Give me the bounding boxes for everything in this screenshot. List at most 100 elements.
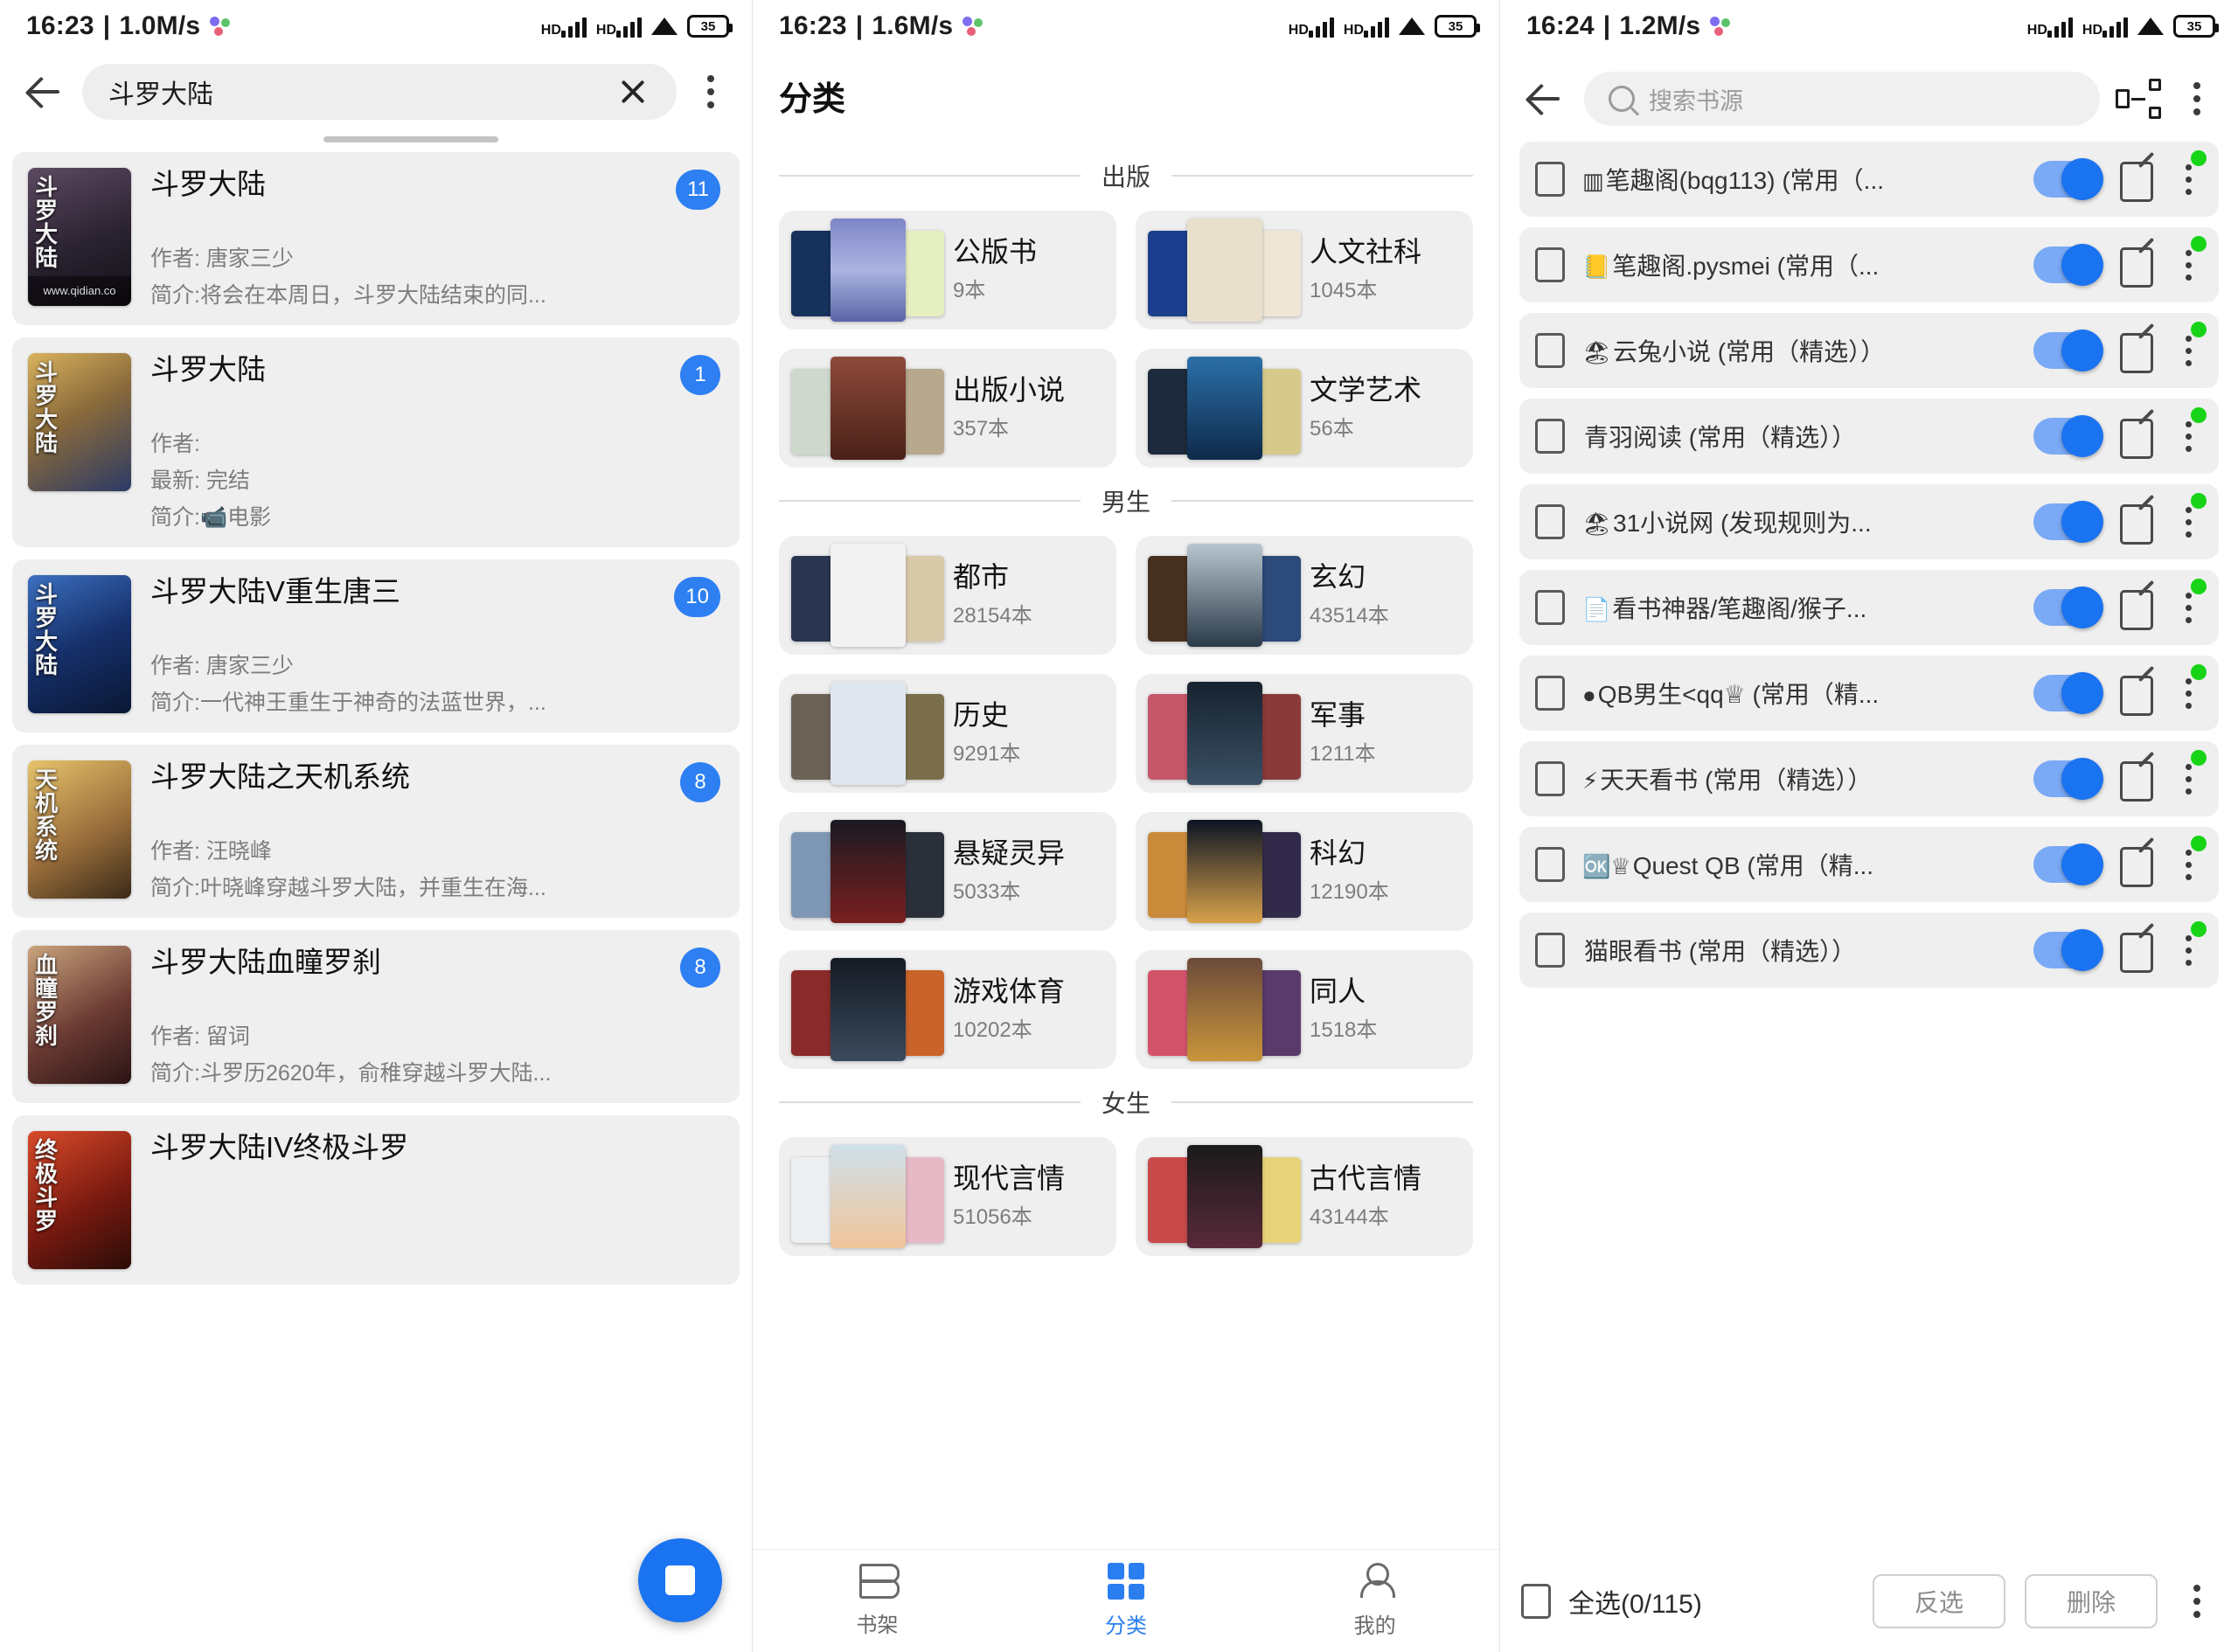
source-name: 📄看书神器/笔趣阁/猴子... — [1582, 590, 2016, 625]
cover-title: 斗罗大陆 — [33, 175, 57, 269]
list-item[interactable]: 斗罗大陆 www.qidian.co 斗罗大陆 作者: 唐家三少 简介:将会在本… — [12, 152, 740, 325]
cover-title: 天机系统 — [33, 767, 57, 862]
list-item[interactable]: 青羽阅读 (常用（精选）） — [1519, 399, 2219, 474]
category-card[interactable]: 人文社科 1045本 — [1136, 211, 1473, 330]
list-item[interactable]: 斗罗大陆 斗罗大陆V重生唐三 作者: 唐家三少 简介:一代神王重生于神奇的法蓝世… — [12, 559, 740, 732]
edit-icon[interactable] — [2119, 417, 2156, 455]
category-card[interactable]: 文学艺术 56本 — [1136, 349, 1473, 468]
book-meta: 斗罗大陆血瞳罗刹 作者: 留词 简介:斗罗历2620年，俞稚穿越斗罗大陆... — [150, 946, 722, 1087]
list-item[interactable]: 📒笔趣阁.pysmei (常用（... — [1519, 227, 2219, 302]
edit-icon[interactable] — [2119, 503, 2156, 541]
enable-toggle[interactable] — [2033, 246, 2102, 283]
enable-toggle[interactable] — [2033, 161, 2102, 198]
list-item[interactable]: 猫眼看书 (常用（精选）） — [1519, 913, 2219, 988]
enable-toggle[interactable] — [2033, 675, 2102, 711]
search-source-input[interactable]: 搜索书源 — [1584, 72, 2100, 126]
wifi-icon — [651, 16, 678, 37]
overflow-menu-icon[interactable] — [691, 68, 731, 115]
category-card[interactable]: 同人 1518本 — [1136, 950, 1473, 1069]
nav-item-bookshelf[interactable]: 书架 — [753, 1550, 1002, 1652]
edit-icon[interactable] — [2119, 931, 2156, 969]
category-card[interactable]: 出版小说 357本 — [779, 349, 1116, 468]
enable-toggle[interactable] — [2033, 503, 2102, 540]
category-card[interactable]: 游戏体育 10202本 — [779, 950, 1116, 1069]
source-checkbox[interactable] — [1535, 590, 1565, 625]
page-title: 分类 — [753, 52, 1499, 142]
category-card[interactable]: 军事 1211本 — [1136, 674, 1473, 793]
invert-selection-button[interactable]: 反选 — [1873, 1574, 2005, 1628]
select-all-group[interactable]: 全选(0/115) — [1521, 1582, 1853, 1621]
source-checkbox[interactable] — [1535, 162, 1565, 197]
list-item[interactable]: 天机系统 斗罗大陆之天机系统 作者: 汪晓峰 简介:叶晓峰穿越斗罗大陆，并重生在… — [12, 745, 740, 918]
enable-toggle[interactable] — [2033, 332, 2102, 369]
nav-item-mine[interactable]: 我的 — [1250, 1550, 1499, 1652]
category-card[interactable]: 历史 9291本 — [779, 674, 1116, 793]
enable-toggle[interactable] — [2033, 760, 2102, 797]
source-checkbox[interactable] — [1535, 847, 1565, 882]
source-emoji-icon: 🆗♕ — [1582, 853, 1631, 879]
edit-icon[interactable] — [2119, 674, 2156, 712]
edit-icon[interactable] — [2119, 246, 2156, 284]
back-arrow-icon[interactable] — [1521, 75, 1568, 122]
list-item[interactable]: 📄看书神器/笔趣阁/猴子... — [1519, 570, 2219, 645]
list-item[interactable]: ▥笔趣阁(bqg113) (常用（... — [1519, 142, 2219, 217]
status-right-3: HD HD 35 — [2027, 15, 2215, 38]
back-arrow-icon[interactable] — [21, 68, 68, 115]
category-card[interactable]: 现代言情 51056本 — [779, 1137, 1116, 1256]
stop-search-fab[interactable] — [638, 1538, 722, 1622]
list-item[interactable]: 🆗♕Quest QB (常用（精... — [1519, 827, 2219, 902]
nav-item-category[interactable]: 分类 — [1002, 1550, 1251, 1652]
edit-icon[interactable] — [2119, 845, 2156, 884]
list-item[interactable]: 🏖云兔小说 (常用（精选）） — [1519, 313, 2219, 388]
enable-toggle[interactable] — [2033, 932, 2102, 968]
select-all-checkbox[interactable] — [1521, 1584, 1551, 1619]
status-badge — [2191, 493, 2207, 509]
nav-label: 书架 — [856, 1607, 898, 1638]
search-results-panel: 16:23 | 1.0M/s HD HD 35 斗罗大陆 — [0, 0, 752, 1652]
source-checkbox[interactable] — [1535, 933, 1565, 968]
category-card[interactable]: 都市 28154本 — [779, 536, 1116, 655]
enable-toggle[interactable] — [2033, 418, 2102, 455]
sources-bottom-bar: 全选(0/115) 反选 删除 — [1500, 1551, 2238, 1652]
source-checkbox[interactable] — [1535, 333, 1565, 368]
list-item[interactable]: ⚡天天看书 (常用（精选）） — [1519, 741, 2219, 816]
list-item[interactable]: 血瞳罗刹 斗罗大陆血瞳罗刹 作者: 留词 简介:斗罗历2620年，俞稚穿越斗罗大… — [12, 930, 740, 1103]
bottom-overflow-icon[interactable] — [2177, 1578, 2217, 1625]
category-card[interactable]: 古代言情 43144本 — [1136, 1137, 1473, 1256]
status-bar-1: 16:23 | 1.0M/s HD HD 35 — [0, 0, 752, 52]
category-name: 同人 — [1310, 976, 1461, 1007]
enable-toggle[interactable] — [2033, 589, 2102, 626]
category-name: 文学艺术 — [1310, 375, 1461, 406]
book-author: 作者: 唐家三少 — [150, 241, 722, 273]
list-item[interactable]: 🏖31小说网 (发现规则为... — [1519, 484, 2219, 559]
source-checkbox[interactable] — [1535, 419, 1565, 454]
category-count: 43144本 — [1310, 1199, 1461, 1230]
category-card[interactable]: 玄幻 43514本 — [1136, 536, 1473, 655]
enable-toggle[interactable] — [2033, 846, 2102, 883]
close-icon[interactable] — [615, 74, 650, 109]
search-input[interactable]: 斗罗大陆 — [82, 64, 677, 120]
list-item[interactable]: 斗罗大陆 斗罗大陆 作者: 最新: 完结 简介:📹电影 1 — [12, 337, 740, 547]
category-card[interactable]: 公版书 9本 — [779, 211, 1116, 330]
category-card[interactable]: 科幻 12190本 — [1136, 812, 1473, 931]
edit-icon[interactable] — [2119, 160, 2156, 198]
source-checkbox[interactable] — [1535, 504, 1565, 539]
nav-label: 我的 — [1354, 1608, 1396, 1639]
category-card[interactable]: 悬疑灵异 5033本 — [779, 812, 1116, 931]
source-name: 🏖31小说网 (发现规则为... — [1582, 504, 2016, 539]
source-checkbox[interactable] — [1535, 761, 1565, 796]
source-checkbox[interactable] — [1535, 247, 1565, 282]
group-tree-icon[interactable] — [2116, 78, 2161, 120]
source-checkbox[interactable] — [1535, 676, 1565, 711]
delete-button[interactable]: 删除 — [2025, 1574, 2158, 1628]
list-item[interactable]: 终极斗罗 斗罗大陆IV终极斗罗 — [12, 1115, 740, 1285]
edit-icon[interactable] — [2119, 331, 2156, 370]
category-name: 现代言情 — [953, 1163, 1104, 1194]
list-item[interactable]: ●QB男生<qq♕ (常用（精... — [1519, 656, 2219, 731]
status-left-3: 16:24 | 1.2M/s — [1526, 11, 1732, 41]
source-count-badge: 1 — [680, 355, 720, 395]
overflow-menu-icon[interactable] — [2177, 75, 2217, 122]
edit-icon[interactable] — [2119, 588, 2156, 627]
cover-stack — [791, 958, 944, 1061]
edit-icon[interactable] — [2119, 760, 2156, 798]
